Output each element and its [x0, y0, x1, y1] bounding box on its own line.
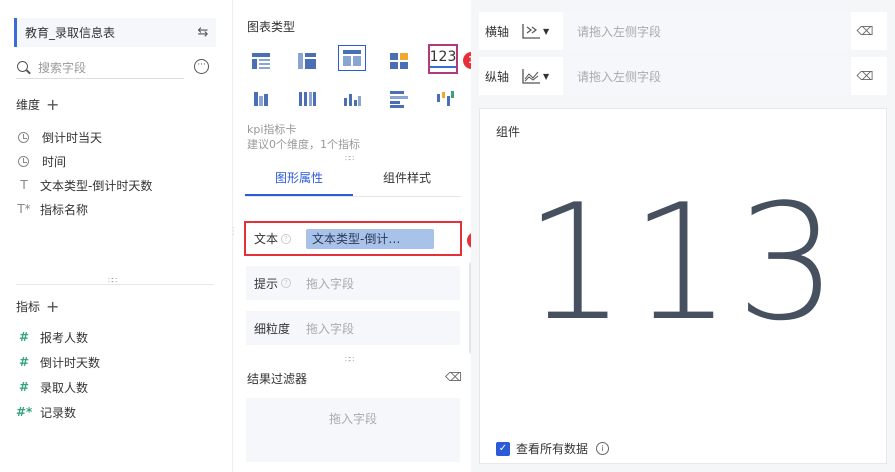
measure-field[interactable]: # 倒计时天数	[16, 353, 100, 371]
tip-label: 提示	[254, 276, 279, 291]
y-axis-type-icon[interactable]: ▼	[521, 68, 555, 84]
x-axis-type-icon[interactable]: ▼	[521, 23, 555, 39]
chart-type-title: 图表类型	[247, 20, 296, 34]
y-axis-row: 纵轴 ▼ 请拖入左侧字段 ⌫	[479, 57, 887, 95]
help-icon[interactable]: ?	[281, 233, 292, 244]
chart-type-description: kpi指标卡 建议0个维度，1个指标	[247, 122, 360, 152]
granularity-drop-zone[interactable]: 拖入字段	[306, 320, 354, 337]
bar-chart-icon[interactable]	[338, 86, 366, 112]
field-panel: 教育_录取信息表 ⇆ 搜索字段 ··· 维度 + 倒计时当天 时间 T 文本类型…	[0, 0, 230, 472]
drag-handle-icon[interactable]: ∷∷	[345, 154, 354, 163]
dataset-name: 教育_录取信息表	[25, 26, 116, 40]
filter-placeholder: 拖入字段	[328, 412, 377, 426]
chart-type-hint: 建议0个维度，1个指标	[247, 138, 360, 151]
dimension-field[interactable]: 时间	[16, 152, 66, 170]
add-dimension-icon[interactable]: +	[46, 96, 59, 112]
tip-property-label: 提示 ?	[254, 275, 306, 292]
dimension-field[interactable]: 倒计时当天	[16, 128, 102, 146]
checkbox-checked-icon[interactable]: ✓	[496, 441, 510, 456]
x-axis-row: 横轴 ▼ 请拖入左侧字段 ⌫	[479, 12, 887, 50]
measure-field[interactable]: # 录取人数	[16, 378, 88, 396]
dimension-field[interactable]: T* 指标名称	[16, 200, 88, 218]
eraser-icon[interactable]: ⌫	[851, 24, 879, 38]
dimension-section-title: 维度 +	[16, 96, 59, 113]
tab-graphic-properties[interactable]: 图形属性	[245, 163, 353, 196]
chevron-down-icon: ▼	[543, 71, 550, 81]
result-filter-title: 结果过滤器	[247, 372, 308, 386]
text-field-chip[interactable]: 文本类型-倒计…	[306, 228, 434, 249]
dataset-selector[interactable]: 教育_录取信息表 ⇆	[14, 18, 216, 47]
info-icon[interactable]: i	[596, 442, 610, 455]
dashboard-chart-icon[interactable]	[385, 48, 413, 74]
field-label: 文本类型-倒计时天数	[40, 178, 153, 193]
hash-icon: #	[18, 355, 30, 369]
waterfall-chart-icon[interactable]	[431, 86, 459, 112]
grouped-bar-icon[interactable]	[247, 86, 275, 112]
chart-canvas[interactable]: 组件 113 ✓ 查看所有数据 i	[479, 108, 887, 464]
measure-title: 指标	[16, 300, 41, 314]
field-label: 倒计时天数	[40, 355, 101, 370]
drag-handle-icon[interactable]: ∷∷	[345, 355, 354, 364]
kpi-value: 113	[524, 169, 842, 356]
text-property-row[interactable]: 文本 ? 文本类型-倒计…	[244, 221, 462, 256]
kpi-chart-icon[interactable]: 123	[428, 44, 458, 74]
granularity-property-row[interactable]: 细粒度 拖入字段	[246, 311, 460, 345]
stacked-bar-icon[interactable]	[293, 86, 321, 112]
text-property-label: 文本 ?	[254, 230, 306, 247]
result-filter-drop-zone[interactable]: 拖入字段	[246, 398, 460, 462]
measure-field[interactable]: # 报考人数	[16, 328, 88, 346]
tip-property-row[interactable]: 提示 ? 拖入字段	[246, 266, 460, 300]
measure-field[interactable]: #* 记录数	[16, 403, 76, 421]
detail-table-icon[interactable]	[338, 45, 366, 71]
search-icon	[16, 60, 32, 76]
granularity-property-label: 细粒度	[254, 321, 291, 336]
hash-icon: #	[18, 380, 30, 394]
kpi-chart-label: 123	[429, 50, 457, 68]
field-label: 报考人数	[40, 330, 89, 345]
eraser-icon[interactable]: ⌫	[851, 69, 879, 83]
hash-icon: #	[18, 330, 30, 344]
search-input[interactable]: 搜索字段	[38, 59, 86, 76]
field-label: 录取人数	[40, 380, 89, 395]
y-axis-label: 纵轴	[485, 69, 510, 84]
measure-section-title: 指标 +	[16, 298, 59, 315]
view-all-data-toggle[interactable]: ✓ 查看所有数据 i	[496, 440, 610, 457]
horizontal-bar-icon[interactable]	[385, 86, 413, 112]
x-axis-label: 横轴	[485, 24, 510, 39]
cross-table-icon[interactable]	[293, 48, 321, 74]
chevron-down-icon: ▼	[543, 26, 550, 36]
field-search[interactable]: 搜索字段	[16, 57, 184, 79]
chart-type-name: kpi指标卡	[247, 123, 297, 136]
dimension-field[interactable]: T 文本类型-倒计时天数	[16, 176, 152, 194]
field-label: 记录数	[40, 405, 77, 420]
text-icon: T	[20, 178, 28, 192]
tab-component-style[interactable]: 组件样式	[353, 163, 461, 196]
chart-config-panel: 图表类型 123 1 kpi指标卡 建议0个维度，1个指标 ∷∷ 图形属性 组件…	[232, 0, 484, 472]
field-label: 时间	[42, 154, 67, 169]
x-axis-drop-zone[interactable]: 请拖入左侧字段	[561, 12, 851, 50]
more-icon[interactable]: ···	[194, 59, 209, 74]
tip-drop-zone[interactable]: 拖入字段	[306, 275, 354, 292]
help-icon[interactable]: ?	[281, 278, 292, 288]
hash-star-icon: #*	[16, 405, 33, 419]
clock-icon	[18, 131, 29, 143]
config-tabs: 图形属性 组件样式	[245, 163, 461, 197]
text-label: 文本	[254, 232, 279, 246]
clock-icon	[18, 155, 29, 167]
text-star-icon: T*	[17, 202, 31, 216]
divider	[16, 284, 214, 285]
add-measure-icon[interactable]: +	[46, 298, 59, 314]
field-label: 指标名称	[40, 202, 89, 217]
component-title: 组件	[496, 125, 521, 139]
dimension-title: 维度	[16, 98, 41, 112]
canvas-panel: 横轴 ▼ 请拖入左侧字段 ⌫ 纵轴 ▼ 请拖入左侧字段 ⌫ 组件 113 ✓ 查…	[471, 0, 895, 472]
view-all-data-label: 查看所有数据	[516, 442, 589, 456]
table-chart-icon[interactable]	[247, 48, 275, 74]
y-axis-drop-zone[interactable]: 请拖入左侧字段	[561, 57, 851, 95]
eraser-icon[interactable]: ⌫	[445, 370, 462, 384]
field-label: 倒计时当天	[42, 130, 103, 145]
swap-icon[interactable]: ⇆	[190, 25, 216, 40]
